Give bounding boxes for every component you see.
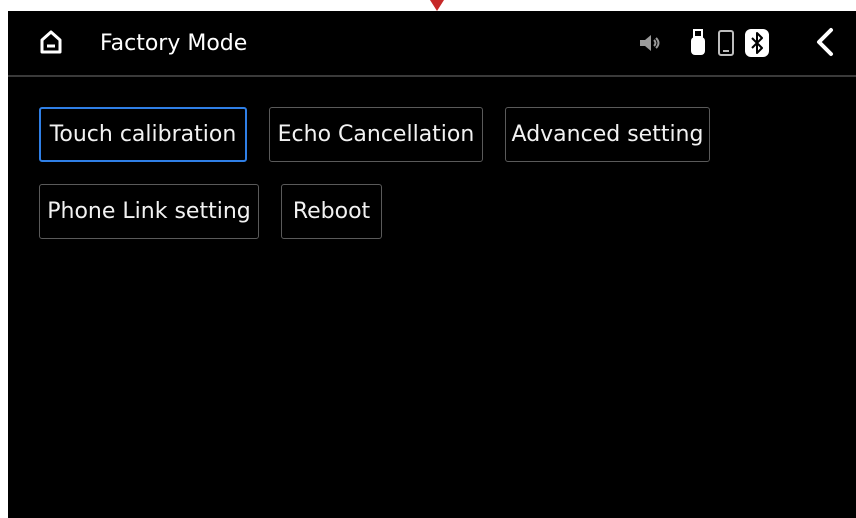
bluetooth-icon <box>745 29 769 57</box>
head-unit-screen: Factory Mode Touch calibration Echo Canc… <box>8 11 856 518</box>
pointer-marker <box>430 0 444 11</box>
page-title: Factory Mode <box>100 31 248 56</box>
reboot-button[interactable]: Reboot <box>281 184 382 239</box>
back-button[interactable] <box>810 27 840 61</box>
chevron-left-icon <box>814 27 836 61</box>
echo-cancellation-button[interactable]: Echo Cancellation <box>269 107 483 162</box>
home-button[interactable] <box>34 29 68 59</box>
volume-icon <box>638 31 664 55</box>
touch-calibration-button[interactable]: Touch calibration <box>39 107 247 162</box>
phone-link-setting-button[interactable]: Phone Link setting <box>39 184 259 239</box>
header-divider <box>8 75 856 77</box>
phone-icon <box>716 28 736 58</box>
home-icon <box>38 29 64 59</box>
top-bar: Factory Mode <box>8 11 856 75</box>
advanced-setting-button[interactable]: Advanced setting <box>505 107 710 162</box>
usb-icon <box>688 28 708 58</box>
